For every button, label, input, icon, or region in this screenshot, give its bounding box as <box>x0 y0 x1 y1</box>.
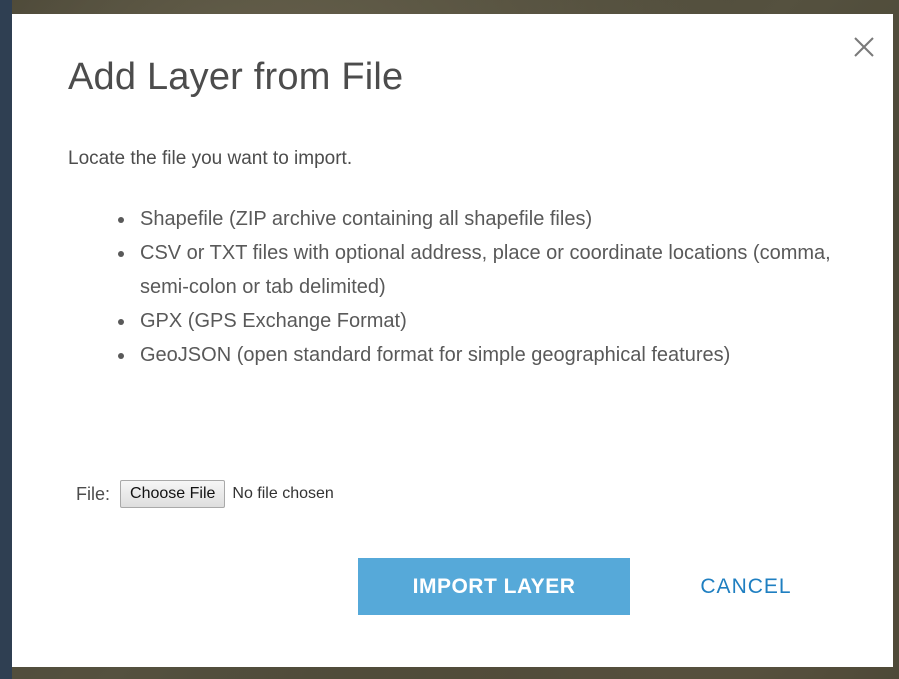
format-item-gpx: GPX (GPS Exchange Format) <box>136 304 856 338</box>
file-picker-row: File: Choose File No file chosen <box>76 480 334 508</box>
map-sidebar-edge <box>0 0 12 679</box>
close-icon <box>854 37 874 57</box>
file-label: File: <box>76 483 111 504</box>
add-layer-dialog: Add Layer from File Locate the file you … <box>12 14 893 667</box>
cancel-button[interactable]: CANCEL <box>666 558 826 615</box>
format-item-geojson: GeoJSON (open standard format for simple… <box>136 338 856 372</box>
file-status-text: No file chosen <box>232 485 334 502</box>
format-item-csv-txt: CSV or TXT files with optional address, … <box>136 236 856 304</box>
format-item-shapefile: Shapefile (ZIP archive containing all sh… <box>136 202 856 236</box>
dialog-title: Add Layer from File <box>68 56 404 98</box>
choose-file-button[interactable]: Choose File <box>120 480 226 508</box>
import-layer-button[interactable]: IMPORT LAYER <box>358 558 630 615</box>
supported-formats-list: Shapefile (ZIP archive containing all sh… <box>112 202 856 372</box>
intro-text: Locate the file you want to import. <box>68 148 353 169</box>
close-button[interactable] <box>851 34 877 60</box>
